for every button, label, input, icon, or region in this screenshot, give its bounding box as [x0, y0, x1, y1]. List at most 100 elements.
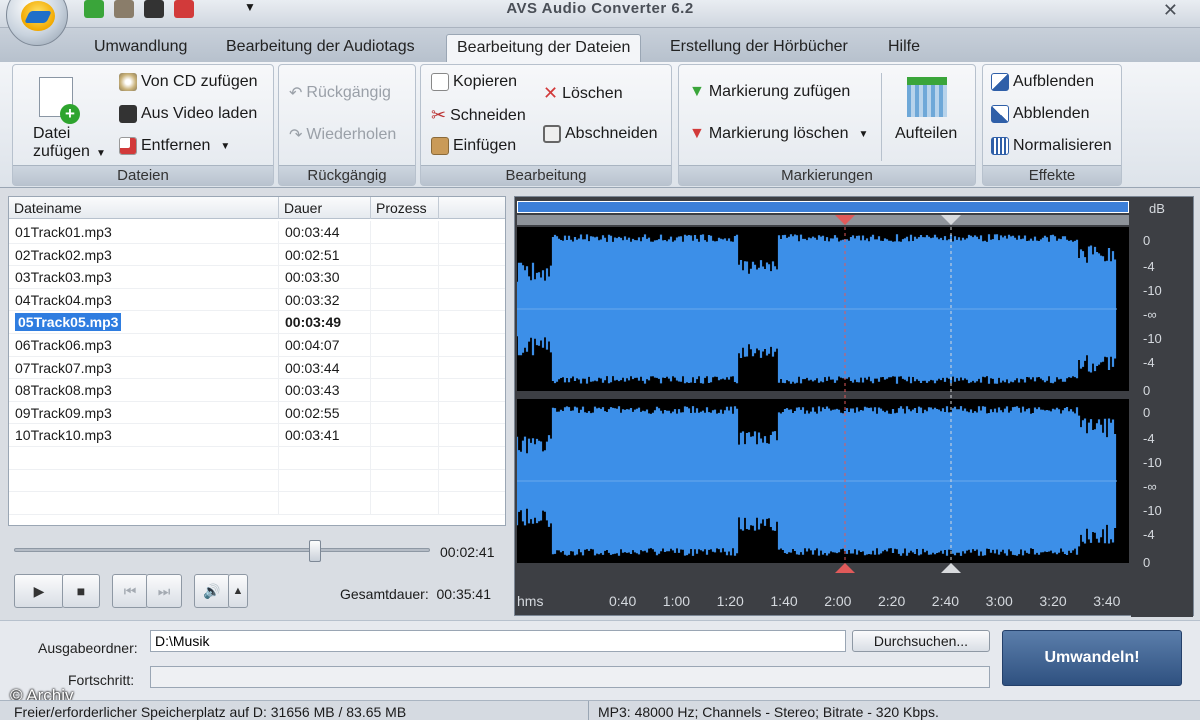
marker-red-icon[interactable]	[835, 215, 855, 225]
play-button[interactable]: ▶	[14, 574, 64, 608]
total-duration-label: Gesamtdauer:	[340, 586, 429, 602]
selection-bar[interactable]	[517, 201, 1129, 213]
delete-marker-button[interactable]: ▼ Markierung löschen ▼	[689, 125, 868, 143]
file-list[interactable]: Dateiname Dauer Prozess 01Track01.mp3 00:…	[8, 196, 506, 526]
time-tick: 2:00	[824, 593, 852, 609]
paste-button[interactable]: Einfügen	[431, 137, 516, 155]
file-row[interactable]: 08Track08.mp3 00:03:43	[9, 379, 505, 402]
add-marker-button[interactable]: ▼ Markierung zufügen	[689, 83, 850, 101]
fade-out-icon	[991, 105, 1009, 123]
delete-button[interactable]: ✕ Löschen	[543, 83, 623, 104]
redo-button[interactable]: ↷ Wiederholen	[289, 125, 396, 145]
group-label-rueckgaengig: Rückgängig	[279, 165, 415, 185]
db-tick: 0	[1143, 383, 1151, 398]
file-name: 06Track06.mp3	[9, 334, 279, 356]
undo-button[interactable]: ↶ Rückgängig	[289, 83, 391, 103]
time-tick: 1:00	[662, 593, 691, 609]
add-file-icon	[39, 77, 80, 124]
file-name: 01Track01.mp3	[9, 221, 279, 243]
fade-in-icon	[991, 73, 1009, 91]
stop-button[interactable]: ■	[62, 574, 100, 608]
time-tick: 3:40	[1093, 593, 1121, 609]
tab-hilfe[interactable]: Hilfe	[878, 34, 930, 62]
marker-gray-bottom-icon[interactable]	[941, 563, 961, 573]
file-row[interactable]: 07Track07.mp3 00:03:44	[9, 356, 505, 380]
file-duration: 00:03:41	[279, 424, 371, 447]
previous-button[interactable]: ⏮	[112, 574, 148, 608]
file-process	[371, 311, 439, 334]
file-row[interactable]: 04Track04.mp3 00:03:32	[9, 288, 505, 312]
browse-button[interactable]: Durchsuchen...	[852, 630, 990, 652]
file-duration: 00:03:49	[279, 311, 371, 334]
menu-tabs: Umwandlung Bearbeitung der Audiotags Bea…	[0, 28, 1200, 62]
marker-track[interactable]	[517, 215, 1129, 225]
file-duration: 00:03:43	[279, 379, 371, 402]
db-tick: -10	[1143, 331, 1162, 346]
group-dateien: Datei zufügen▼ Von CD zufügen Aus Video …	[12, 64, 274, 186]
title-bar: ▼ AVS Audio Converter 6.2 ✕	[0, 0, 1200, 46]
file-row[interactable]: 02Track02.mp3 00:02:51	[9, 243, 505, 267]
status-audio-format: MP3: 48000 Hz; Channels - Stereo; Bitrat…	[598, 704, 939, 720]
column-header-duration[interactable]: Dauer	[279, 197, 371, 219]
column-header-process[interactable]: Prozess	[371, 197, 439, 219]
status-bar: Freier/erforderlicher Speicherplatz auf …	[0, 700, 1200, 720]
empty-cell	[9, 447, 279, 469]
add-file-button[interactable]: Datei zufügen ▼	[33, 125, 106, 161]
remove-button[interactable]: Entfernen ▼	[119, 137, 230, 155]
file-duration: 00:03:44	[279, 356, 371, 379]
output-folder-input[interactable]	[150, 630, 846, 652]
group-bearbeitung: Kopieren ✂ Schneiden Einfügen ✕ Löschen …	[420, 64, 672, 186]
file-row[interactable]: 06Track06.mp3 00:04:07	[9, 334, 505, 357]
load-video-button[interactable]: Aus Video laden	[119, 105, 257, 123]
convert-button[interactable]: Umwandeln!	[1002, 630, 1182, 686]
marker-add-icon: ▼	[689, 83, 705, 100]
tab-dateien[interactable]: Bearbeitung der Dateien	[446, 34, 642, 62]
normalize-icon	[991, 137, 1009, 155]
time-tick: 3:00	[985, 593, 1013, 609]
file-row[interactable]: 09Track09.mp3 00:02:55	[9, 401, 505, 425]
copy-button[interactable]: Kopieren	[431, 73, 517, 91]
tab-audiotags[interactable]: Bearbeitung der Audiotags	[216, 34, 425, 62]
normalize-button[interactable]: Normalisieren	[991, 137, 1112, 155]
volume-dropdown[interactable]: ▲	[228, 574, 248, 608]
db-tick: 0	[1143, 405, 1151, 420]
waveform-editor[interactable]: dB 0 -4 -10 -∞ -10 -4 0 0 -4 -10 -∞ -10 -4 0 hms 0:40…	[514, 196, 1194, 617]
empty-cell	[279, 492, 371, 515]
group-separator	[881, 73, 882, 161]
next-button[interactable]: ⏭	[146, 574, 182, 608]
file-row[interactable]: 10Track10.mp3 00:03:41	[9, 424, 505, 447]
fade-in-button[interactable]: Aufblenden	[991, 73, 1094, 91]
split-button[interactable]: Aufteilen	[887, 65, 975, 161]
volume-button[interactable]: 🔊	[194, 574, 230, 608]
tab-hoerbuecher[interactable]: Erstellung der Hörbücher	[660, 34, 858, 62]
fade-out-button[interactable]: Abblenden	[991, 105, 1090, 123]
trim-icon	[543, 125, 561, 143]
film-icon	[119, 105, 137, 123]
waveform-canvas[interactable]	[517, 227, 1129, 563]
column-header-name[interactable]: Dateiname	[9, 197, 279, 219]
empty-cell	[371, 447, 439, 469]
cut-button[interactable]: ✂ Schneiden	[431, 105, 526, 126]
file-row[interactable]: 01Track01.mp3 00:03:44	[9, 221, 505, 244]
empty-cell	[9, 492, 279, 515]
file-name: 04Track04.mp3	[9, 288, 279, 311]
time-unit: hms	[517, 593, 544, 609]
position-slider[interactable]	[14, 540, 430, 562]
delete-x-icon: ✕	[543, 83, 559, 103]
db-tick: 0	[1143, 233, 1151, 248]
marker-red-bottom-icon[interactable]	[835, 563, 855, 573]
file-row[interactable]: 03Track03.mp3 00:03:30	[9, 266, 505, 289]
add-cd-button[interactable]: Von CD zufügen	[119, 73, 258, 91]
tab-umwandlung[interactable]: Umwandlung	[84, 34, 197, 62]
file-name: 07Track07.mp3	[9, 356, 279, 379]
slider-thumb[interactable]	[308, 540, 321, 562]
db-tick: -∞	[1143, 479, 1157, 494]
app-logo-icon	[21, 1, 55, 31]
trim-button[interactable]: Abschneiden	[543, 125, 658, 143]
db-tick: -10	[1143, 283, 1162, 298]
db-tick: -4	[1143, 527, 1155, 542]
close-button[interactable]: ✕	[1163, 0, 1178, 21]
group-label-markierungen: Markierungen	[679, 165, 975, 185]
file-row[interactable]: 05Track05.mp3 00:03:49	[9, 311, 505, 334]
marker-gray-icon[interactable]	[941, 215, 961, 225]
